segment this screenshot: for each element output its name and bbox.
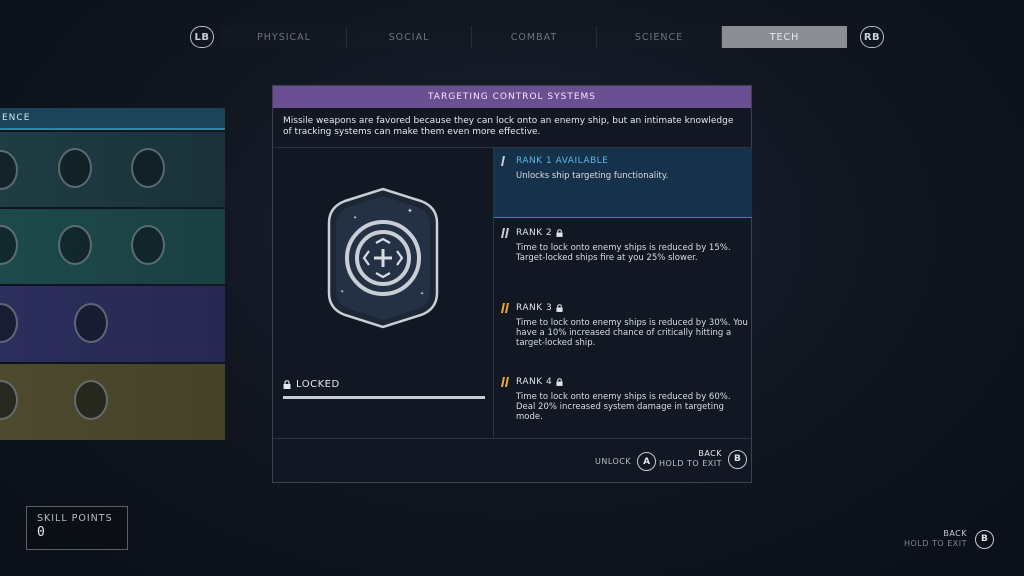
skill-icon[interactable]: [0, 380, 18, 420]
skill-title: TARGETING CONTROL SYSTEMS: [273, 86, 751, 108]
skill-badge-pane: ✦ ✦ ✦ ✦ LOCKED: [273, 148, 494, 439]
rank-1-row[interactable]: RANK 1 AVAILABLE Unlocks ship targeting …: [494, 148, 752, 218]
rank-2-title: RANK 2: [516, 228, 553, 238]
global-back-label: BACK: [943, 529, 967, 538]
skill-tree-row-master: [0, 364, 225, 440]
back-label: BACK: [698, 449, 722, 458]
rank-1-title: RANK 1 AVAILABLE: [516, 156, 609, 166]
skill-icon[interactable]: [58, 148, 92, 188]
skill-tree-row-novice: [0, 132, 225, 207]
skill-tree-header: ENCE: [0, 108, 225, 130]
lock-icon: [556, 229, 563, 237]
svg-text:✦: ✦: [420, 291, 424, 297]
modal-footer: UNLOCK A BACK HOLD TO EXIT B: [273, 439, 751, 483]
skill-description: Missile weapons are favored because they…: [273, 108, 751, 148]
rank-pip-icon: [501, 156, 505, 166]
rank-2-row[interactable]: RANK 2 Time to lock onto enemy ships is …: [494, 228, 752, 263]
a-button-icon[interactable]: A: [637, 452, 657, 471]
rank-pip-icon: [501, 228, 509, 238]
skill-points-value: 0: [37, 525, 45, 540]
rank-2-desc: Time to lock onto enemy ships is reduced…: [516, 243, 731, 263]
skill-icon[interactable]: [0, 150, 18, 190]
b-button-icon[interactable]: B: [727, 449, 747, 469]
skill-icon[interactable]: [58, 225, 92, 265]
rank-3-desc: Time to lock onto enemy ships is reduced…: [516, 318, 748, 348]
unlock-button[interactable]: UNLOCK A: [595, 452, 657, 471]
tab-social[interactable]: SOCIAL: [347, 26, 472, 48]
skill-detail-panel: TARGETING CONTROL SYSTEMS Missile weapon…: [272, 85, 752, 483]
lock-icon: [556, 304, 563, 312]
skill-body: ✦ ✦ ✦ ✦ LOCKED RANK 1 AVAILABLE Unlocks …: [273, 148, 752, 439]
unlock-label: UNLOCK: [595, 456, 632, 466]
lock-icon: [556, 378, 563, 386]
tab-combat[interactable]: COMBAT: [472, 26, 597, 48]
b-button-icon[interactable]: B: [974, 529, 994, 549]
tab-tech[interactable]: TECH: [722, 26, 847, 48]
hold-to-exit-label: HOLD TO EXIT: [659, 459, 722, 468]
global-back-button[interactable]: BACK HOLD TO EXIT B: [904, 529, 994, 549]
skill-points-label: SKILL POINTS: [37, 513, 113, 524]
skill-icon[interactable]: [74, 303, 108, 343]
svg-text:✦: ✦: [340, 289, 344, 295]
rb-bumper-button[interactable]: RB: [860, 26, 884, 48]
lock-icon: [283, 380, 291, 389]
skill-icon[interactable]: [131, 225, 165, 265]
global-hold-to-exit-label: HOLD TO EXIT: [904, 539, 967, 548]
tab-physical[interactable]: PHYSICAL: [222, 26, 347, 48]
skill-tree-row-advanced: [0, 209, 225, 284]
rank-pip-icon: [501, 303, 509, 313]
locked-label: LOCKED: [296, 379, 340, 390]
skill-icon[interactable]: [0, 225, 18, 265]
rank-1-desc: Unlocks ship targeting functionality.: [516, 171, 669, 181]
targeting-badge-icon: ✦ ✦ ✦ ✦: [327, 187, 439, 329]
back-button[interactable]: BACK HOLD TO EXIT B: [659, 449, 747, 469]
rank-list: RANK 1 AVAILABLE Unlocks ship targeting …: [494, 148, 752, 439]
skill-icon[interactable]: [131, 148, 165, 188]
skill-points-box: SKILL POINTS 0: [26, 506, 128, 550]
rank-3-title: RANK 3: [516, 303, 553, 313]
rank-progress-bar: [283, 396, 485, 399]
rank-4-row[interactable]: RANK 4 Time to lock onto enemy ships is …: [494, 377, 752, 422]
category-tabs: PHYSICAL SOCIAL COMBAT SCIENCE TECH: [222, 26, 847, 48]
skill-icon[interactable]: [74, 380, 108, 420]
skill-tree-row-expert: [0, 286, 225, 362]
locked-status: LOCKED: [283, 379, 340, 390]
tab-science[interactable]: SCIENCE: [597, 26, 722, 48]
rank-3-row[interactable]: RANK 3 Time to lock onto enemy ships is …: [494, 303, 752, 348]
lb-bumper-button[interactable]: LB: [190, 26, 214, 48]
svg-text:✦: ✦: [407, 207, 413, 215]
rank-4-desc: Time to lock onto enemy ships is reduced…: [516, 392, 731, 422]
svg-text:✦: ✦: [353, 215, 357, 221]
rank-4-title: RANK 4: [516, 377, 553, 387]
rank-pip-icon: [501, 377, 509, 387]
skill-icon[interactable]: [0, 303, 18, 343]
